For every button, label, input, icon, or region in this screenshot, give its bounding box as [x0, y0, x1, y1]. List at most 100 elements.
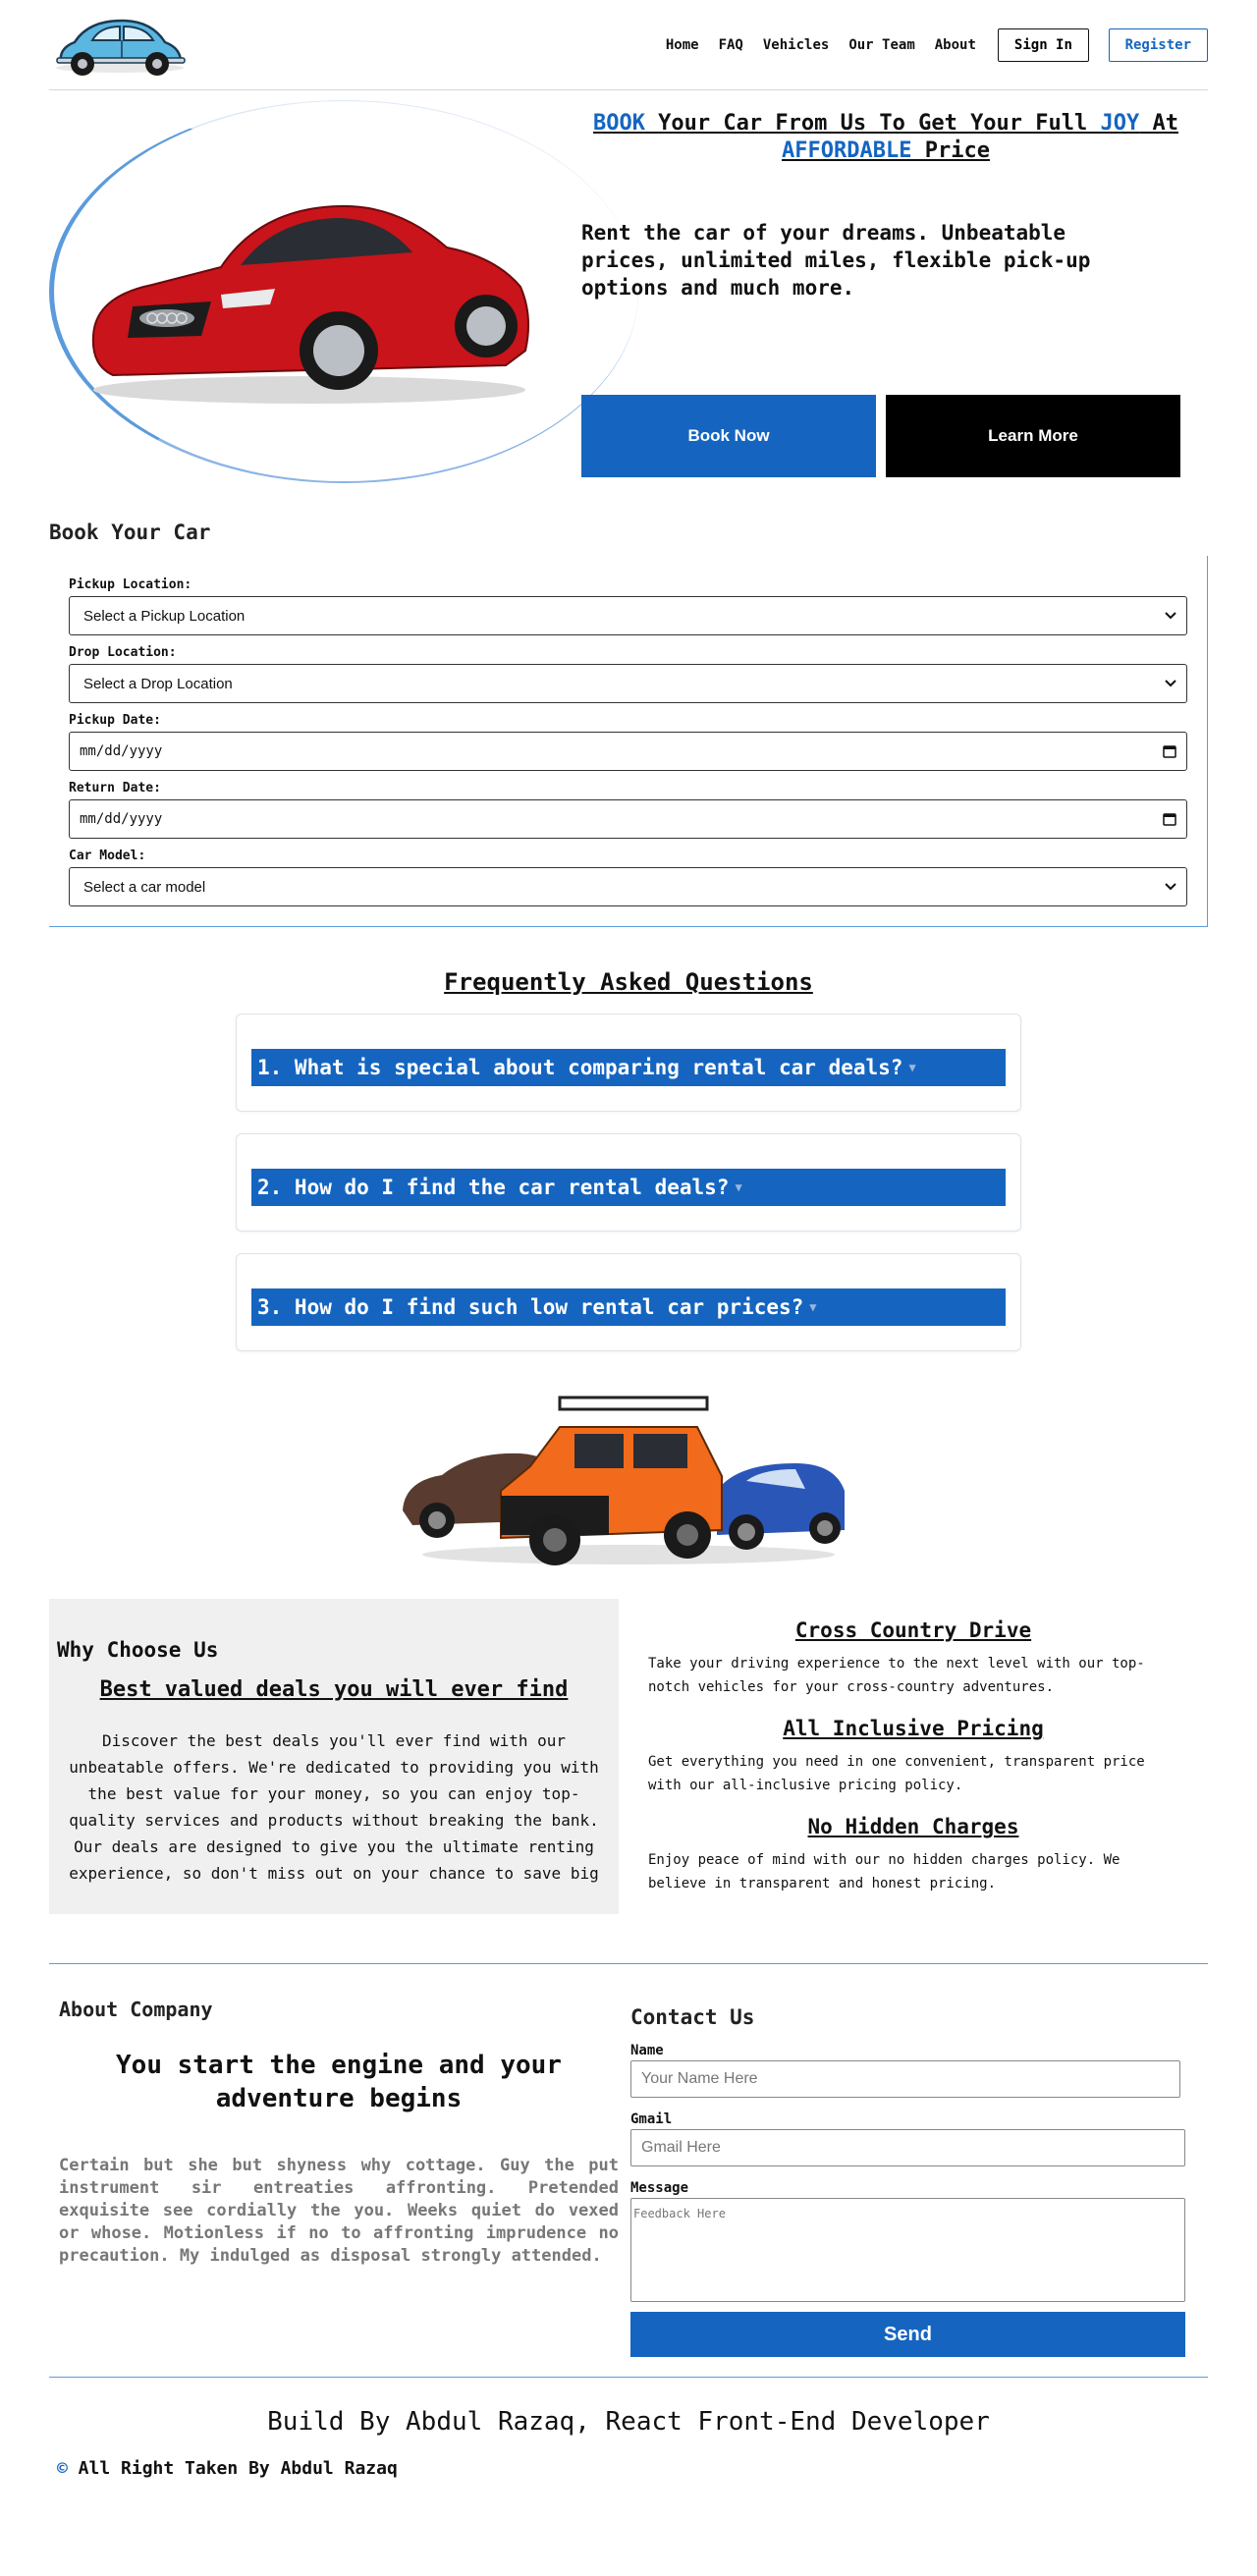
car-model-field: Car Model: Select a car model: [69, 849, 1187, 906]
faq-question-text: 3. How do I find such low rental car pri…: [257, 1295, 804, 1319]
feature-text: Enjoy peace of mind with our no hidden c…: [648, 1852, 1120, 1891]
learn-more-button[interactable]: Learn More: [886, 395, 1180, 477]
pickup-location-value: Select a Pickup Location: [83, 607, 246, 625]
return-date-label: Return Date:: [69, 781, 161, 795]
why-choose-us-body: Discover the best deals you'll ever find…: [69, 1731, 599, 1883]
feature-item: Cross Country Drive Take your driving ex…: [648, 1618, 1178, 1699]
calendar-icon[interactable]: [1163, 744, 1176, 758]
hero-headline-part: Your Car From Us To Get Your Full: [644, 111, 1101, 136]
footer-title: Build By Abdul Razaq, React Front-End De…: [267, 2407, 990, 2437]
contact-form: Contact Us Name Your Name Here Gmail Gma…: [619, 1998, 1208, 2357]
nav-link-our-team[interactable]: Our Team: [848, 37, 914, 53]
why-choose-us-subtitle: Best valued deals you will ever find: [99, 1677, 569, 1702]
why-choose-us-panel: Why Choose Us Best valued deals you will…: [49, 1599, 619, 1914]
hero-headline-book: BOOK: [592, 111, 645, 136]
sign-in-button[interactable]: Sign In: [997, 27, 1089, 62]
calendar-icon[interactable]: [1163, 812, 1176, 826]
copyright-text: All Right Taken By Abdul Razaq: [67, 2458, 398, 2479]
car-model-select[interactable]: Select a car model: [69, 867, 1187, 906]
pickup-date-field: Pickup Date: mm/dd/yyyy: [69, 713, 1187, 771]
faq-question-text: 2. How do I find the car rental deals?: [257, 1176, 730, 1199]
hero-description: Rent the car of your dreams. Unbeatable …: [581, 221, 1091, 300]
nav-links: Home FAQ Vehicles Our Team About: [666, 37, 976, 53]
caret-down-icon: ▼: [735, 1180, 742, 1194]
gmail-label: Gmail: [630, 2111, 673, 2127]
hero-headline: BOOK Your Car From Us To Get Your Full J…: [581, 110, 1190, 165]
section-divider: [49, 1963, 1208, 1964]
footer-divider: [49, 2377, 1208, 2378]
faq-title: Frequently Asked Questions: [444, 968, 813, 996]
car-model-value: Select a car model: [83, 878, 206, 896]
drop-location-field: Drop Location: Select a Drop Location: [69, 645, 1187, 703]
return-date-input[interactable]: mm/dd/yyyy: [69, 799, 1187, 839]
pickup-location-label: Pickup Location:: [69, 577, 192, 592]
feature-item: All Inclusive Pricing Get everything you…: [648, 1717, 1178, 1797]
booking-form: Pickup Location: Select a Pickup Locatio…: [49, 556, 1208, 927]
why-choose-us-title: Why Choose Us: [57, 1638, 219, 1662]
about-company: About Company You start the engine and y…: [49, 1998, 619, 2357]
hero-headline-joy: JOY: [1100, 111, 1140, 136]
features-list: Cross Country Drive Take your driving ex…: [619, 1599, 1208, 1914]
nav-link-about[interactable]: About: [935, 37, 976, 53]
book-now-button[interactable]: Book Now: [581, 395, 876, 477]
hero-buttons: Book Now Learn More: [581, 395, 1180, 477]
caret-down-icon: ▼: [809, 1300, 817, 1314]
return-date-field: Return Date: mm/dd/yyyy: [69, 781, 1187, 839]
faq-item: 1. What is special about comparing renta…: [236, 1014, 1021, 1112]
top-navbar: Home FAQ Vehicles Our Team About Sign In…: [49, 0, 1208, 90]
drop-location-select[interactable]: Select a Drop Location: [69, 664, 1187, 703]
copyright-icon: ©: [57, 2458, 68, 2479]
faq-item: 2. How do I find the car rental deals? ▼: [236, 1133, 1021, 1232]
red-sports-car-image: [91, 204, 529, 404]
gmail-input[interactable]: Gmail Here: [630, 2129, 1185, 2166]
chevron-down-icon: [1165, 883, 1176, 891]
hero-headline-part: Price: [911, 138, 990, 163]
feature-item: No Hidden Charges Enjoy peace of mind wi…: [648, 1815, 1178, 1895]
beetle-car-logo[interactable]: [49, 11, 191, 80]
faq-item: 3. How do I find such low rental car pri…: [236, 1253, 1021, 1351]
feature-text: Take your driving experience to the next…: [648, 1656, 1145, 1695]
pickup-date-placeholder: mm/dd/yyyy: [80, 743, 163, 759]
pickup-location-field: Pickup Location: Select a Pickup Locatio…: [69, 577, 1187, 635]
message-placeholder: Feedback Here: [633, 2207, 726, 2220]
about-company-title: About Company: [59, 1998, 213, 2021]
about-company-headline: You start the engine and your adventure …: [116, 2051, 562, 2113]
why-choose-us-section: Why Choose Us Best valued deals you will…: [49, 1599, 1208, 1914]
pickup-date-label: Pickup Date:: [69, 713, 161, 728]
gmail-placeholder: Gmail Here: [641, 2139, 721, 2156]
return-date-placeholder: mm/dd/yyyy: [80, 811, 163, 827]
name-label: Name: [630, 2043, 664, 2058]
nav-link-vehicles[interactable]: Vehicles: [763, 37, 829, 53]
about-company-body: Certain but she but shyness why cottage.…: [59, 2156, 619, 2266]
chevron-down-icon: [1165, 612, 1176, 620]
feature-title: All Inclusive Pricing: [783, 1717, 1044, 1740]
vehicles-group-image: [403, 1396, 845, 1565]
name-placeholder: Your Name Here: [641, 2070, 758, 2087]
faq-question-toggle[interactable]: 1. What is special about comparing renta…: [251, 1049, 1006, 1086]
faq-list: 1. What is special about comparing renta…: [236, 1014, 1021, 1351]
send-button[interactable]: Send: [630, 2312, 1185, 2357]
feature-title: Cross Country Drive: [794, 1618, 1032, 1642]
hero-headline-part: At: [1139, 111, 1179, 136]
car-model-label: Car Model:: [69, 849, 146, 863]
drop-location-label: Drop Location:: [69, 645, 177, 660]
nav-link-faq[interactable]: FAQ: [719, 37, 743, 53]
faq-question-toggle[interactable]: 3. How do I find such low rental car pri…: [251, 1288, 1006, 1326]
faq-question-toggle[interactable]: 2. How do I find the car rental deals? ▼: [251, 1169, 1006, 1206]
chevron-down-icon: [1165, 680, 1176, 687]
faq-question-text: 1. What is special about comparing renta…: [257, 1056, 903, 1079]
message-textarea[interactable]: Feedback Here: [630, 2198, 1185, 2302]
caret-down-icon: ▼: [908, 1061, 916, 1074]
footer-copyright: © All Right Taken By Abdul Razaq: [49, 2458, 1208, 2479]
register-button[interactable]: Register: [1108, 27, 1208, 62]
pickup-date-input[interactable]: mm/dd/yyyy: [69, 732, 1187, 771]
message-label: Message: [630, 2180, 689, 2196]
drop-location-value: Select a Drop Location: [83, 675, 233, 692]
feature-title: No Hidden Charges: [807, 1815, 1019, 1838]
pickup-location-select[interactable]: Select a Pickup Location: [69, 596, 1187, 635]
nav-link-home[interactable]: Home: [666, 37, 699, 53]
hero-section: BOOK Your Car From Us To Get Your Full J…: [49, 90, 1208, 483]
book-your-car-title: Book Your Car: [49, 521, 211, 544]
name-input[interactable]: Your Name Here: [630, 2060, 1180, 2098]
hero-headline-affordable: AFFORDABLE: [782, 138, 912, 163]
